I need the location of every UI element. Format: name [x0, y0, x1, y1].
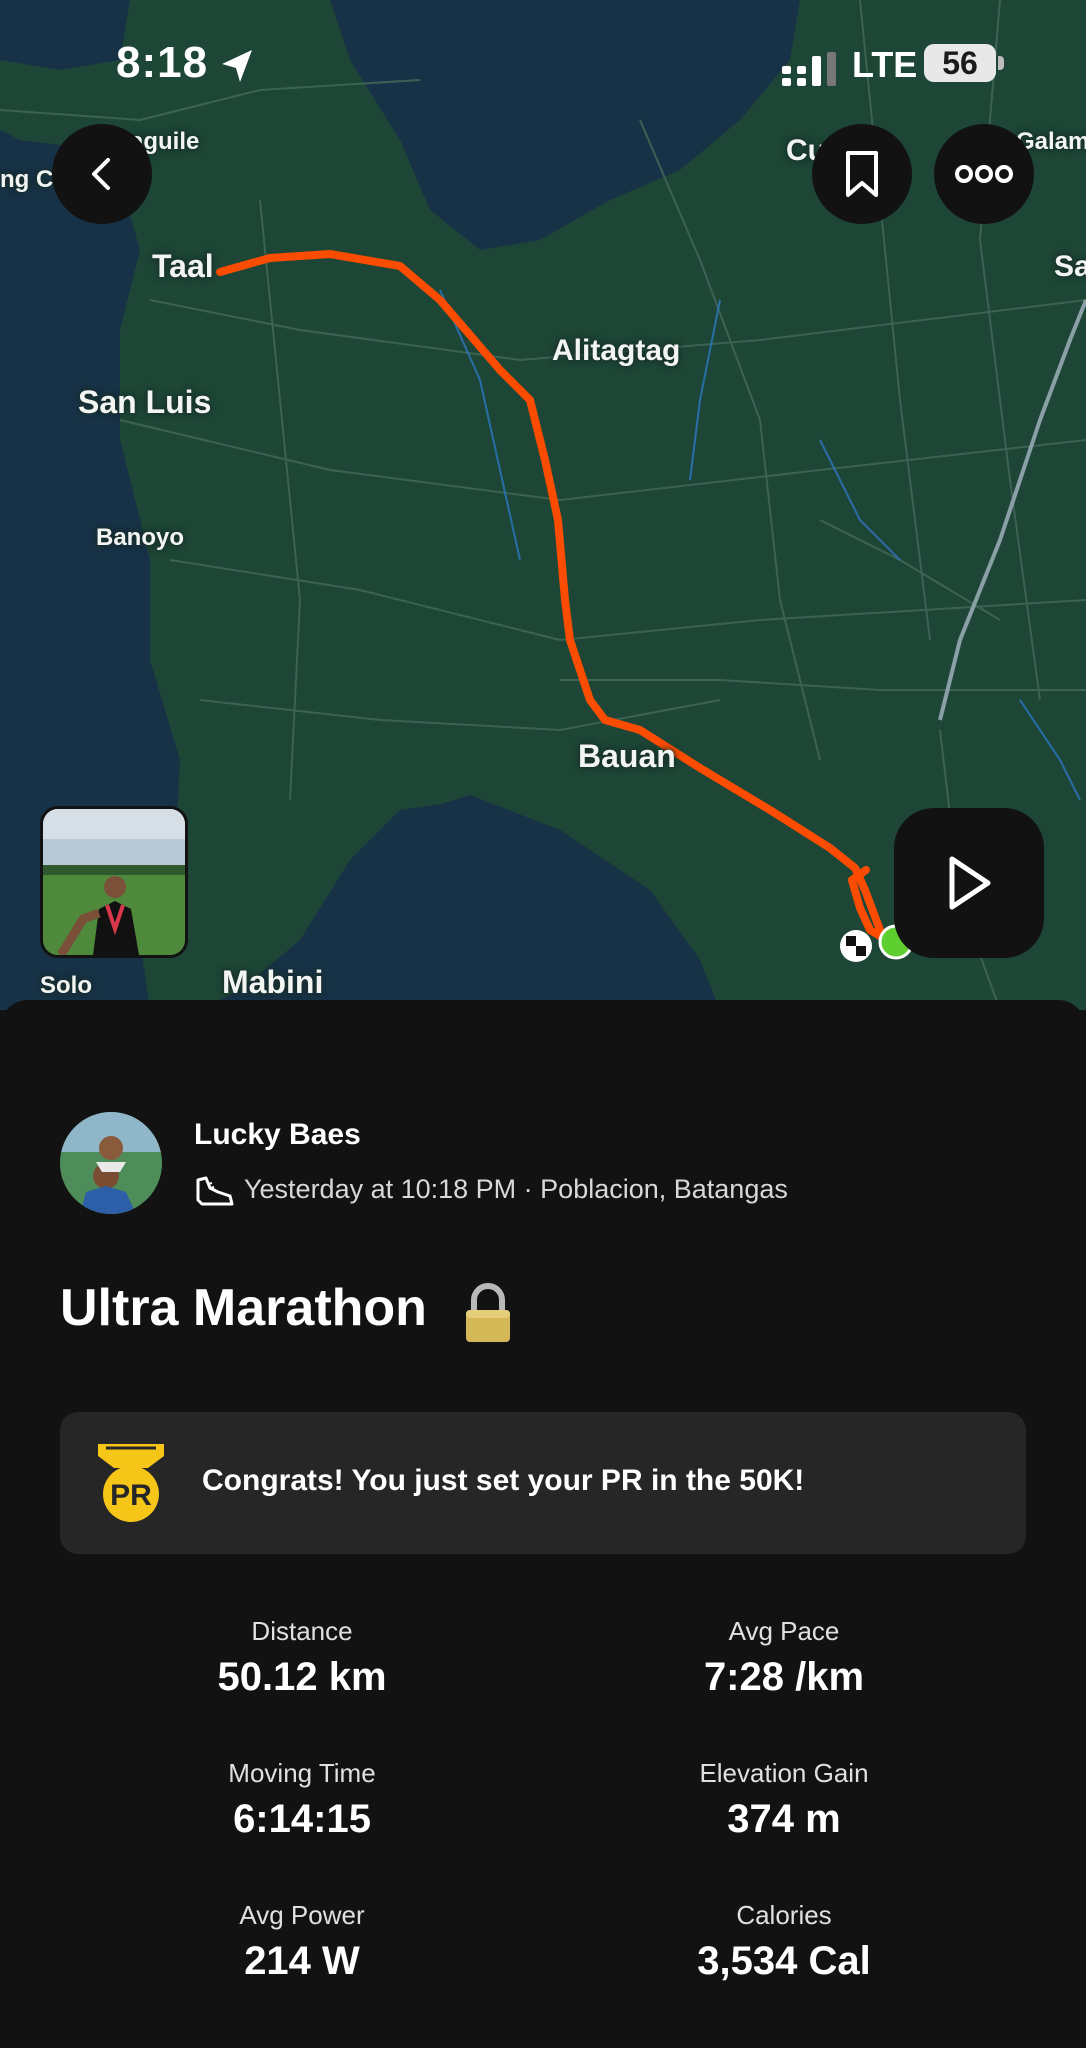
stat-label: Avg Pace — [728, 1616, 840, 1646]
place-label-bauan: Bauan — [578, 738, 676, 774]
play-icon — [949, 856, 991, 910]
pr-message: Congrats! You just set your PR in the 50… — [202, 1464, 805, 1497]
stat-elevation-gain: Elevation Gain 374 m — [544, 1758, 1024, 1842]
battery-tip — [998, 56, 1004, 70]
location-arrow-icon — [222, 50, 252, 82]
stat-value: 6:14:15 — [233, 1797, 371, 1841]
place-label-taal: Taal — [152, 248, 214, 284]
stat-moving-time: Moving Time 6:14:15 — [62, 1758, 542, 1842]
stat-value: 7:28 /km — [703, 1655, 865, 1699]
signal-strength-icon — [782, 52, 836, 86]
network-type: LTE — [852, 44, 918, 85]
stat-value: 3,534 Cal — [697, 1939, 871, 1983]
lock-icon — [466, 1283, 510, 1342]
svg-text:PR: PR — [110, 1479, 152, 1512]
status-time: 8:18 — [116, 38, 209, 87]
stat-label: Distance — [251, 1616, 353, 1646]
stat-value: 214 W — [244, 1939, 360, 1983]
play-flyover-button[interactable] — [894, 808, 1044, 958]
activity-photo-thumbnail[interactable] — [40, 806, 188, 958]
stat-calories: Calories 3,534 Cal — [544, 1900, 1024, 1984]
more-options-button[interactable] — [934, 124, 1034, 224]
activity-title: Ultra Marathon — [60, 1279, 427, 1337]
battery-level: 56 — [924, 44, 996, 82]
athlete-name[interactable]: Lucky Baes — [194, 1118, 361, 1152]
place-label-solo: Solo — [40, 972, 92, 999]
activity-meta: Yesterday at 10:18 PM · Poblacion, Batan… — [244, 1174, 788, 1204]
stat-avg-power: Avg Power 214 W — [62, 1900, 542, 1984]
stat-value: 50.12 km — [217, 1655, 387, 1699]
chevron-left-icon — [92, 158, 110, 190]
bookmark-button[interactable] — [812, 124, 912, 224]
place-label-san-luis: San Luis — [78, 384, 212, 420]
pr-medal-icon: PR — [98, 1444, 164, 1522]
more-options-icon — [955, 165, 1013, 183]
back-button[interactable] — [52, 124, 152, 224]
place-label-banoyo: Banoyo — [96, 524, 185, 551]
place-label-alitagtag: Alitagtag — [552, 334, 681, 367]
stat-avg-pace: Avg Pace 7:28 /km — [544, 1616, 1024, 1700]
bookmark-icon — [846, 151, 878, 197]
athlete-avatar[interactable] — [60, 1112, 162, 1214]
place-label-ng-c: ng C — [0, 166, 54, 193]
stat-value: 374 m — [727, 1797, 841, 1841]
running-shoe-icon — [196, 1176, 234, 1206]
stat-distance: Distance 50.12 km — [62, 1616, 542, 1700]
finish-marker — [840, 930, 872, 962]
avatar-image — [60, 1112, 162, 1214]
pr-achievement-card[interactable]: PR Congrats! You just set your PR in the… — [60, 1412, 1026, 1554]
photo-image — [43, 809, 185, 955]
place-label-mabini: Mabini — [222, 964, 324, 1000]
place-label-sa: Sa — [1054, 250, 1086, 283]
stat-label: Moving Time — [228, 1758, 376, 1788]
stat-label: Calories — [736, 1900, 832, 1930]
stat-label: Avg Power — [239, 1900, 365, 1930]
stat-label: Elevation Gain — [699, 1758, 869, 1788]
status-bar: 8:18 LTE 56 — [0, 0, 1086, 120]
